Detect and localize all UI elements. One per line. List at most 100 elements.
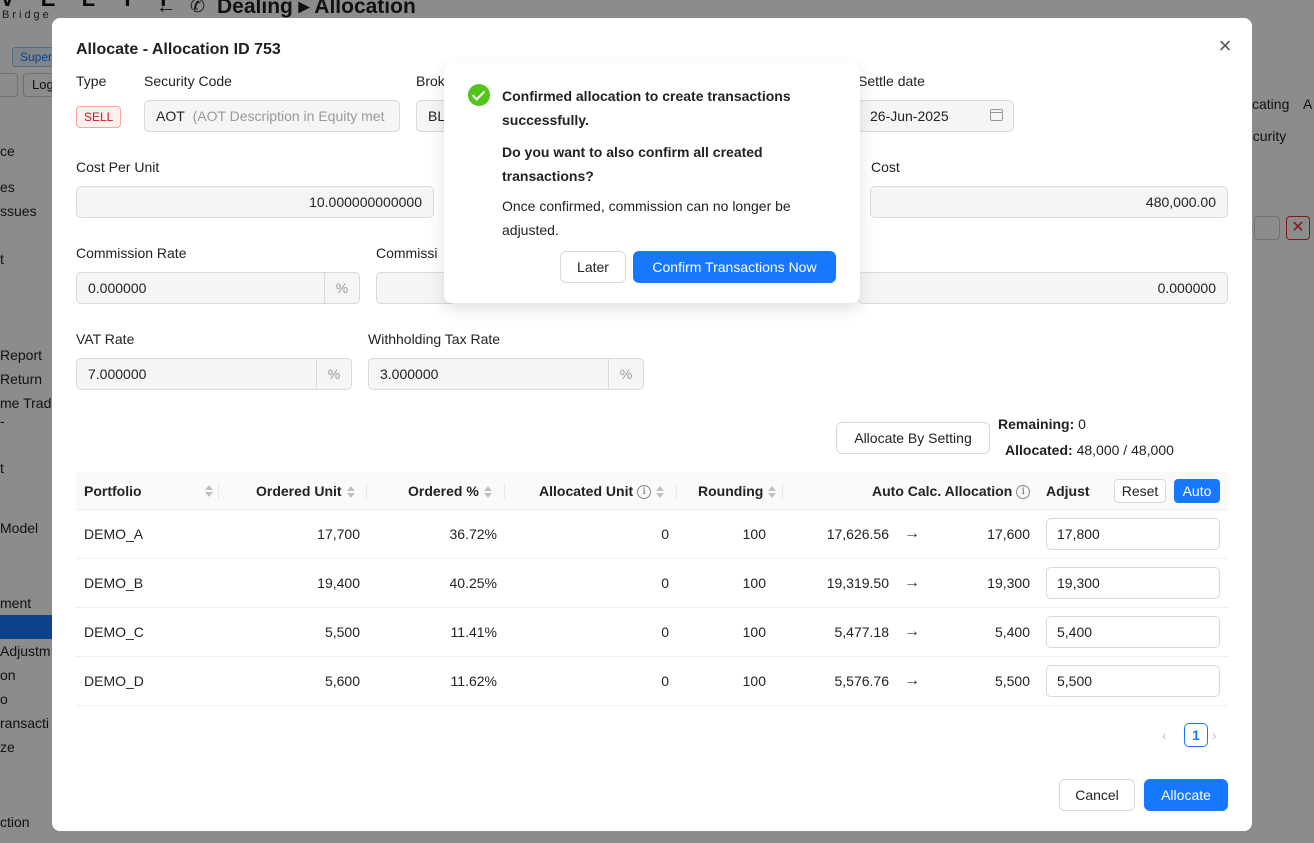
column-divider bbox=[366, 483, 367, 499]
sort-icon[interactable] bbox=[346, 485, 355, 499]
sell-tag: SELL bbox=[76, 106, 122, 128]
adjust-input[interactable]: 5,400 bbox=[1046, 616, 1220, 648]
cell-allocated-unit: 0 bbox=[661, 575, 669, 591]
cell-allocated-unit: 0 bbox=[661, 526, 669, 542]
cell-rounding: 100 bbox=[742, 526, 766, 542]
commission-rate-value: 0.000000 bbox=[88, 280, 147, 296]
column-header-ordered-unit[interactable]: Ordered Unit bbox=[256, 472, 355, 510]
percent-addon: % bbox=[316, 359, 351, 389]
broker-value: BL bbox=[428, 108, 446, 124]
column-divider bbox=[676, 483, 677, 499]
security-code-field[interactable]: AOT (AOT Description in Equity met bbox=[144, 100, 400, 132]
cell-portfolio: DEMO_A bbox=[84, 526, 144, 542]
security-code-description: (AOT Description in Equity met bbox=[192, 108, 385, 124]
auto-button[interactable]: Auto bbox=[1174, 479, 1220, 503]
cell-ordered-pct: 11.62% bbox=[450, 673, 497, 689]
column-divider bbox=[782, 483, 783, 499]
cell-rounded-allocation: 5,400 bbox=[994, 624, 1030, 640]
sort-icon[interactable] bbox=[656, 485, 665, 499]
cell-ordered-pct: 36.72% bbox=[449, 526, 497, 542]
cost-field[interactable]: 480,000.00 bbox=[870, 186, 1228, 218]
withholding-tax-rate-label: Withholding Tax Rate bbox=[368, 331, 501, 347]
cancel-button[interactable]: Cancel bbox=[1059, 779, 1135, 811]
sort-icon[interactable] bbox=[483, 485, 492, 499]
adjust-input[interactable]: 17,800 bbox=[1046, 518, 1220, 550]
cell-rounded-allocation: 5,500 bbox=[994, 673, 1030, 689]
cell-auto-calc: 5,477.18 bbox=[834, 624, 890, 640]
column-header-adjust: Adjust bbox=[1046, 483, 1090, 499]
vat-rate-label: VAT Rate bbox=[76, 331, 135, 347]
later-button[interactable]: Later bbox=[560, 251, 626, 283]
commission-label: Commissi bbox=[376, 245, 438, 261]
confirm-note: Once confirmed, commission can no longer… bbox=[502, 198, 791, 238]
allocated-summary: Allocated: 48,000 / 48,000 bbox=[1005, 442, 1174, 458]
table-row: DEMO_D 5,600 11.62% 0 100 5,576.76 → 5,5… bbox=[76, 657, 1228, 706]
cost-per-unit-label: Cost Per Unit bbox=[76, 159, 160, 175]
commission-amount-field[interactable]: 0.000000 bbox=[858, 272, 1228, 304]
security-code-value: AOT bbox=[156, 108, 185, 124]
cell-allocated-unit: 0 bbox=[661, 673, 669, 689]
column-header-ordered-pct[interactable]: Ordered % bbox=[408, 472, 492, 510]
cell-ordered-unit: 19,400 bbox=[317, 575, 360, 591]
cell-portfolio: DEMO_D bbox=[84, 673, 144, 689]
percent-addon: % bbox=[324, 273, 359, 303]
commission-rate-label: Commission Rate bbox=[76, 245, 187, 261]
cell-rounding: 100 bbox=[742, 575, 766, 591]
arrow-right-icon: → bbox=[904, 672, 920, 689]
confirm-dialog: Confirmed allocation to create transacti… bbox=[444, 63, 860, 303]
table-row: DEMO_C 5,500 11.41% 0 100 5,477.18 → 5,4… bbox=[76, 608, 1228, 657]
remaining-label: Remaining: bbox=[998, 416, 1075, 432]
withholding-tax-rate-field[interactable]: 3.000000 % bbox=[368, 358, 644, 390]
cost-per-unit-field[interactable]: 10.000000000000 bbox=[76, 186, 434, 218]
cell-ordered-pct: 40.25% bbox=[449, 575, 497, 591]
table-header: Portfolio Ordered Unit Ordered % Allocat… bbox=[76, 472, 1228, 510]
adjust-input[interactable]: 19,300 bbox=[1046, 567, 1220, 599]
settle-date-value: 26-Jun-2025 bbox=[870, 108, 949, 124]
check-circle-icon bbox=[468, 84, 490, 106]
vat-rate-value: 7.000000 bbox=[88, 366, 147, 382]
allocate-by-setting-button[interactable]: Allocate By Setting bbox=[836, 422, 990, 454]
table-row: DEMO_A 17,700 36.72% 0 100 17,626.56 → 1… bbox=[76, 510, 1228, 559]
column-header-allocated-unit[interactable]: Allocated Unit i bbox=[539, 472, 665, 510]
column-divider bbox=[218, 483, 219, 499]
pagination-prev[interactable]: ‹ bbox=[1162, 723, 1167, 747]
cell-portfolio: DEMO_C bbox=[84, 624, 144, 640]
pagination-next[interactable]: › bbox=[1212, 723, 1217, 747]
commission-rate-field[interactable]: 0.000000 % bbox=[76, 272, 360, 304]
confirm-transactions-now-button[interactable]: Confirm Transactions Now bbox=[633, 251, 836, 283]
confirm-title: Confirmed allocation to create transacti… bbox=[502, 88, 791, 128]
pagination-page[interactable]: 1 bbox=[1184, 723, 1208, 747]
sort-icon[interactable] bbox=[768, 485, 777, 499]
cell-portfolio: DEMO_B bbox=[84, 575, 144, 591]
calendar-icon bbox=[990, 109, 1003, 121]
cell-ordered-pct: 11.41% bbox=[450, 624, 497, 640]
allocate-button[interactable]: Allocate bbox=[1144, 779, 1228, 811]
cell-rounding: 100 bbox=[742, 624, 766, 640]
cell-rounded-allocation: 17,600 bbox=[987, 526, 1030, 542]
settle-date-label: Settle date bbox=[858, 73, 925, 89]
type-label: Type bbox=[76, 73, 107, 89]
reset-button[interactable]: Reset bbox=[1114, 479, 1166, 503]
cell-allocated-unit: 0 bbox=[661, 624, 669, 640]
vat-rate-field[interactable]: 7.000000 % bbox=[76, 358, 352, 390]
info-icon[interactable]: i bbox=[1016, 485, 1031, 500]
column-header-portfolio[interactable]: Portfolio bbox=[84, 472, 142, 510]
cell-auto-calc: 19,319.50 bbox=[826, 575, 889, 591]
security-code-label: Security Code bbox=[144, 73, 232, 89]
column-header-auto-calc: Auto Calc. Allocation i bbox=[872, 472, 1031, 510]
adjust-input[interactable]: 5,500 bbox=[1046, 665, 1220, 697]
column-header-rounding[interactable]: Rounding bbox=[698, 472, 777, 510]
column-divider bbox=[504, 483, 505, 499]
cell-rounded-allocation: 19,300 bbox=[987, 575, 1030, 591]
arrow-right-icon: → bbox=[904, 623, 920, 640]
settle-date-field[interactable]: 26-Jun-2025 bbox=[858, 100, 1014, 132]
close-icon[interactable]: × bbox=[1214, 35, 1236, 58]
sort-icon[interactable] bbox=[205, 484, 213, 498]
cell-auto-calc: 17,626.56 bbox=[826, 526, 889, 542]
info-icon[interactable]: i bbox=[637, 485, 652, 500]
table-row: DEMO_B 19,400 40.25% 0 100 19,319.50 → 1… bbox=[76, 559, 1228, 608]
confirm-question: Do you want to also confirm all created … bbox=[502, 144, 763, 184]
cell-rounding: 100 bbox=[742, 673, 766, 689]
cell-ordered-unit: 5,500 bbox=[324, 624, 360, 640]
percent-addon: % bbox=[608, 359, 643, 389]
